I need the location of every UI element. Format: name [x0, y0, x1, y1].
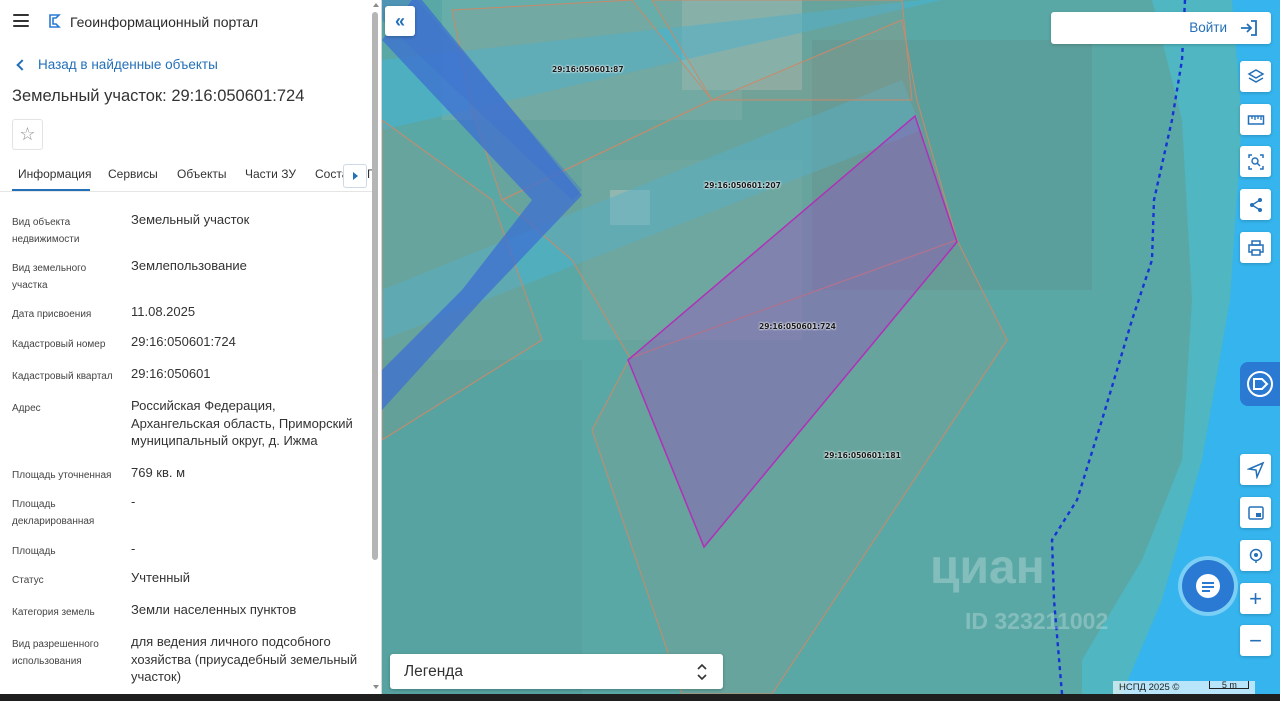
- back-link-label: Назад в найденные объекты: [38, 57, 218, 72]
- attribute-value: 11.08.2025: [131, 304, 196, 319]
- side-service-button[interactable]: [1240, 362, 1280, 406]
- scroll-up-arrow[interactable]: [373, 3, 379, 7]
- attribute-label: Площадь: [12, 546, 56, 557]
- zoom-in-icon: +: [1249, 585, 1262, 611]
- print-button[interactable]: [1240, 232, 1271, 263]
- double-chevron-left-icon: «: [394, 10, 405, 31]
- attribute-label: Дата присвоения: [12, 309, 92, 320]
- attribute-value: 29:16:050601:724: [131, 334, 236, 349]
- attribute-value: 769 кв. м: [131, 465, 186, 480]
- chevron-updown-icon: [697, 663, 707, 681]
- map-canvas[interactable]: [382, 0, 1280, 694]
- attribute-label: Вид разрешенного использования: [12, 639, 99, 667]
- tab-bar: Информация Сервисы Объекты Части ЗУ Сост…: [0, 160, 372, 192]
- select-area-icon: [1247, 153, 1264, 170]
- attribute-value: -: [131, 541, 136, 556]
- attribute-label: Площадь декларированная: [12, 499, 95, 527]
- share-icon: [1249, 197, 1262, 212]
- app-title: Геоинформационный портал: [70, 14, 259, 30]
- login-button[interactable]: Войти: [1051, 12, 1271, 44]
- attribute-label: Статус: [12, 575, 44, 586]
- legend-label: Легенда: [404, 663, 463, 680]
- attribute-label: Вид объекта недвижимости: [12, 217, 80, 245]
- attribute-value: Российская Федерация, Архангельская обла…: [131, 398, 353, 448]
- menu-icon[interactable]: [13, 14, 29, 27]
- my-location-button[interactable]: [1240, 540, 1271, 571]
- zoom-out-button[interactable]: −: [1240, 625, 1271, 656]
- info-panel: Геоинформационный портал Назад в найденн…: [0, 0, 382, 694]
- tabs-scroll-right-button[interactable]: [343, 164, 367, 188]
- login-label: Войти: [1189, 20, 1227, 35]
- tab-info[interactable]: Информация: [18, 167, 91, 181]
- chat-icon: [1196, 574, 1220, 598]
- tab-parts[interactable]: Части ЗУ: [245, 167, 296, 181]
- tab-services[interactable]: Сервисы: [108, 167, 158, 181]
- ruler-icon: [1247, 114, 1264, 125]
- back-to-results-link[interactable]: Назад в найденные объекты: [15, 57, 218, 72]
- attribute-value: Земельный участок: [131, 212, 250, 227]
- layers-button[interactable]: [1240, 61, 1271, 92]
- favorite-button[interactable]: ☆: [12, 119, 43, 150]
- measure-button[interactable]: [1240, 104, 1271, 135]
- select-area-button[interactable]: [1240, 146, 1271, 177]
- caret-right-icon: [352, 172, 358, 180]
- attribute-label: Кадастровый квартал: [12, 371, 113, 382]
- taskbar-edge: [0, 694, 1280, 701]
- zoom-in-button[interactable]: +: [1240, 583, 1271, 614]
- attribute-value: для ведения личного подсобного хозяйства…: [131, 634, 358, 684]
- logo-icon: [49, 14, 61, 28]
- attribute-value: Учтенный: [131, 570, 191, 585]
- legend-dropdown[interactable]: Легенда: [390, 654, 723, 689]
- chat-button[interactable]: [1182, 560, 1234, 612]
- active-tab-indicator: [12, 189, 90, 191]
- zoom-out-icon: −: [1249, 627, 1262, 653]
- attribute-value: Земли населенных пунктов: [131, 602, 297, 617]
- scroll-down-arrow[interactable]: [373, 685, 379, 689]
- map-attribution: НСПД 2025 © 5 m: [1113, 681, 1256, 694]
- tab-objects[interactable]: Объекты: [177, 167, 227, 181]
- star-icon: ☆: [19, 124, 36, 144]
- app-header: Геоинформационный портал: [0, 0, 381, 44]
- print-icon: [1247, 239, 1264, 256]
- share-button[interactable]: [1240, 189, 1271, 220]
- attribute-value: Землепользование: [131, 258, 247, 273]
- login-icon: [1241, 20, 1257, 36]
- chevron-left-icon: [16, 58, 28, 71]
- minimap-button[interactable]: [1240, 497, 1271, 528]
- navigate-button[interactable]: [1240, 454, 1271, 485]
- navigate-icon: [1246, 461, 1264, 479]
- service-logo-icon: [1247, 371, 1273, 397]
- layers-icon: [1246, 68, 1265, 83]
- attribute-label: Адрес: [12, 403, 41, 414]
- scrollbar-thumb[interactable]: [372, 12, 378, 560]
- attribute-label: Кадастровый номер: [12, 339, 106, 350]
- collapse-panel-button[interactable]: «: [385, 6, 415, 36]
- attribution-text: НСПД 2025 ©: [1119, 682, 1180, 693]
- attribute-label: Категория земель: [12, 607, 95, 618]
- attribute-value: -: [131, 494, 136, 509]
- location-icon: [1249, 548, 1262, 563]
- map-view[interactable]: 29:16:050601:87 29:16:050601:207 29:16:0…: [382, 0, 1280, 694]
- picture-in-picture-icon: [1247, 505, 1264, 520]
- attribute-label: Площадь уточненная: [12, 470, 112, 481]
- attribute-label: Вид земельного участка: [12, 263, 87, 291]
- attribute-value: 29:16:050601: [131, 366, 211, 381]
- scale-bar: 5 m: [1209, 681, 1250, 690]
- page-title: Земельный участок: 29:16:050601:724: [12, 87, 305, 105]
